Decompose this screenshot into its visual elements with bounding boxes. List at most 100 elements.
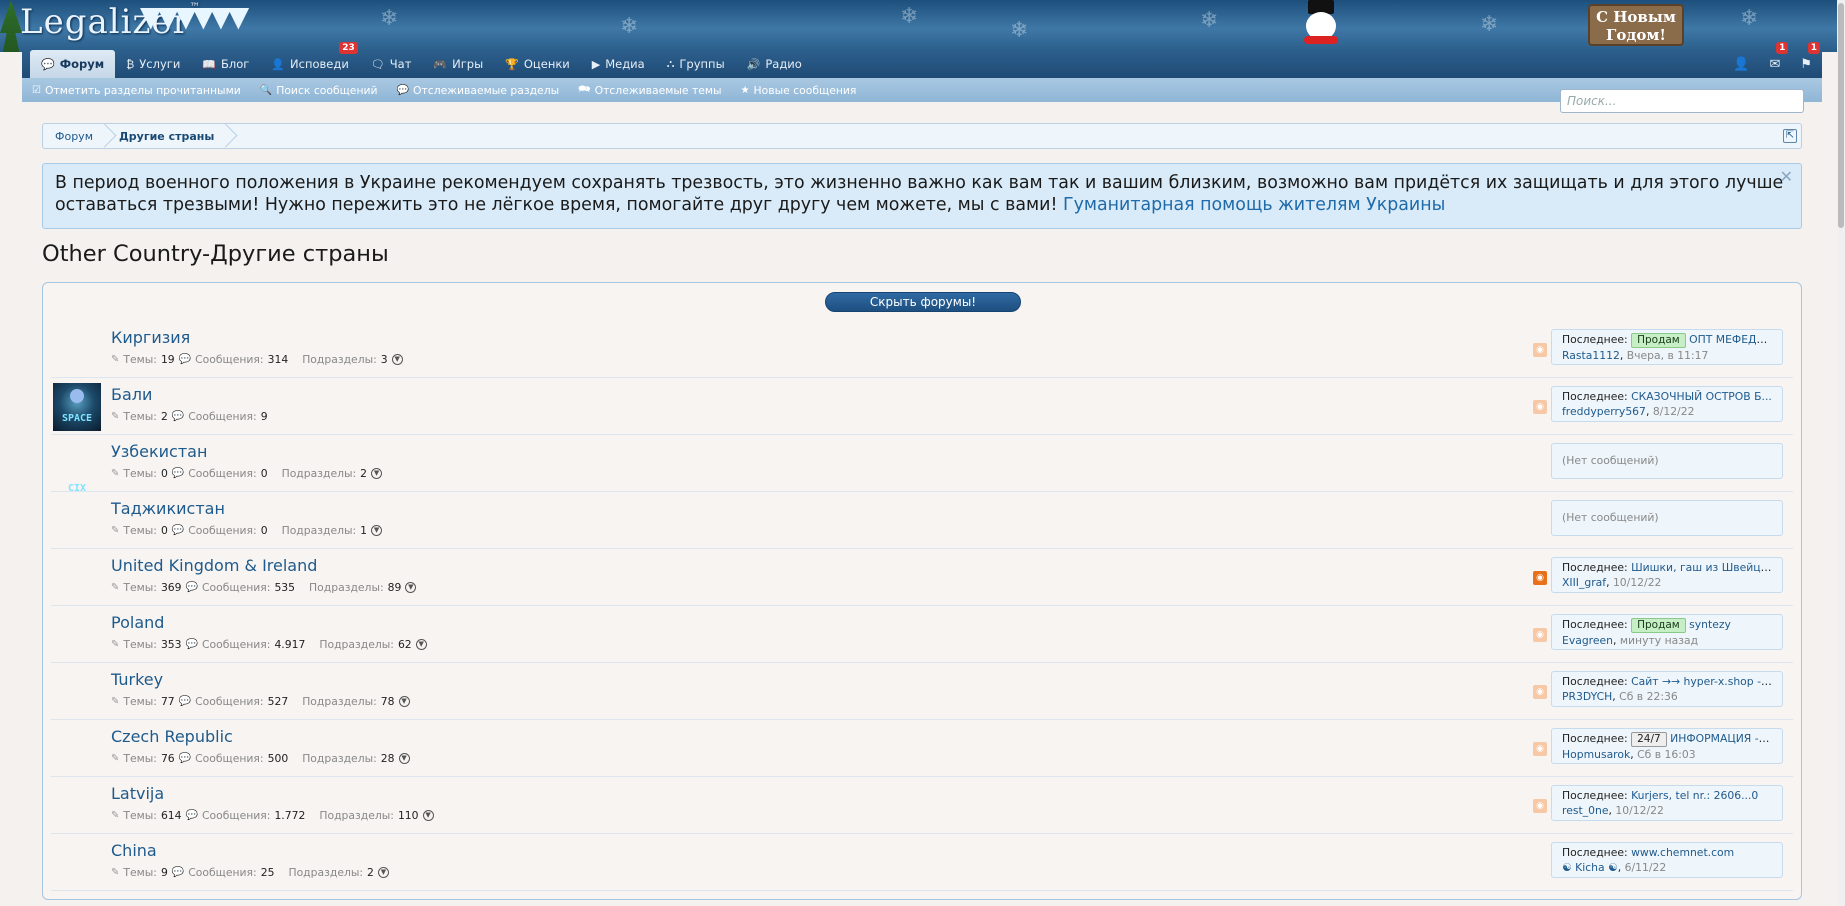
nav-item-games[interactable]: 🎮 Игры xyxy=(422,50,494,78)
jump-to-icon[interactable]: ⇱ xyxy=(1783,129,1797,143)
forum-title[interactable]: Киргизия xyxy=(111,328,190,347)
forum-avatar[interactable]: SPACE CIX xyxy=(53,383,101,494)
chevron-down-icon[interactable]: ▼ xyxy=(371,525,383,536)
forum-row: United Kingdom & Ireland ✎ Темы: 369 💬 Со… xyxy=(51,549,1793,606)
nav-item-groups[interactable]: ⛬ Группы xyxy=(656,50,736,78)
watched-threads-link[interactable]: 🗪 Отслеживаемые темы xyxy=(578,82,721,99)
rss-icon[interactable]: ◉ xyxy=(1533,628,1547,642)
last-post-box: Последнее: СКАЗОЧНЫЙ ОСТРОВ Б... freddyp… xyxy=(1551,386,1783,422)
search-icon: 🔍 xyxy=(259,84,273,96)
last-post-title[interactable]: СКАЗОЧНЫЙ ОСТРОВ Б... xyxy=(1631,390,1772,403)
page-scrollbar[interactable] xyxy=(1837,0,1845,906)
forum-row: Узбекистан ✎ Темы: 0 💬 Сообщения: 0 Подразд… xyxy=(51,435,1793,492)
rss-icon[interactable]: ◉ xyxy=(1533,742,1547,756)
nav-item-blog[interactable]: 📖 Блог xyxy=(191,50,260,78)
notice-text: В период военного положения в Украине ре… xyxy=(55,173,1784,215)
nav-item-ratings[interactable]: 🏆 Оценки xyxy=(494,50,581,78)
last-post-user[interactable]: PR3DYCH xyxy=(1562,690,1612,703)
forum-title[interactable]: Turkey xyxy=(111,670,163,689)
chevron-down-icon[interactable]: ▼ xyxy=(377,867,389,878)
alerts-badge: 1 xyxy=(1807,42,1820,54)
forum-title[interactable]: Poland xyxy=(111,613,164,632)
snowman-decoration xyxy=(1298,0,1344,50)
last-post-user[interactable]: Rasta1112 xyxy=(1562,349,1620,362)
new-posts-link[interactable]: ★ Новые сообщения xyxy=(741,84,857,97)
forum-title[interactable]: China xyxy=(111,841,157,860)
forum-title[interactable]: Узбекистан xyxy=(111,442,207,461)
nav-item-confessions[interactable]: 👤 Исповеди 23 xyxy=(260,42,359,78)
nav-item-forum[interactable]: 💬 Форум xyxy=(30,50,116,78)
last-post-user[interactable]: Hopmusarok xyxy=(1562,748,1630,761)
nav-item-radio[interactable]: 🔊 Радио xyxy=(736,50,813,78)
forum-title[interactable]: Бали xyxy=(111,385,152,404)
inbox-button[interactable]: ✉ 1 xyxy=(1759,42,1790,78)
comment-icon: 💬 xyxy=(171,525,185,536)
confessions-badge: 23 xyxy=(339,42,358,54)
chevron-down-icon[interactable]: ▼ xyxy=(422,810,434,821)
edit-icon: ✎ xyxy=(111,525,120,536)
nav-user-area: 👤 ✉ 1 ⚑ 1 xyxy=(1723,42,1822,78)
forum-stats: ✎ Темы: 19 💬 Сообщения: 314 Подразделы: 3 ▼ xyxy=(111,353,403,366)
icicles-decoration: ▼▼▼▼▼▼ xyxy=(140,0,249,33)
hide-forums-button[interactable]: Скрыть форумы! xyxy=(825,292,1021,312)
chevron-down-icon[interactable]: ▼ xyxy=(398,696,410,707)
edit-icon: ✎ xyxy=(111,639,120,650)
last-post-box: Последнее: Kurjers, tel nr.: 2606...0 re… xyxy=(1551,785,1783,821)
inbox-badge: 1 xyxy=(1776,42,1789,54)
snowflake-decoration: ❄ xyxy=(620,14,639,39)
breadcrumb-forum[interactable]: Форум xyxy=(43,124,107,148)
forum-title[interactable]: Czech Republic xyxy=(111,727,233,746)
rss-icon[interactable]: ◉ xyxy=(1533,571,1547,585)
comment-icon: 💬 xyxy=(178,753,192,764)
rss-icon[interactable]: ◉ xyxy=(1533,799,1547,813)
last-post-title[interactable]: Шишки, гаш из Швейцари... xyxy=(1631,561,1772,574)
last-post-box: Последнее: www.chemnet.com ☯ Kicha ☯, 6/… xyxy=(1551,842,1783,878)
last-post-box: (Нет сообщений) xyxy=(1551,500,1783,536)
breadcrumb-other-countries[interactable]: Другие страны xyxy=(107,124,228,148)
last-post-title[interactable]: Сайт →→ hyper-x.shop - А... xyxy=(1631,675,1772,688)
bitcoin-icon: ₿ xyxy=(126,57,135,71)
christmas-tree-decoration xyxy=(0,0,22,52)
mark-read-link[interactable]: ☑ Отметить разделы прочитанными xyxy=(32,84,241,97)
forum-row: Latvija ✎ Темы: 614 💬 Сообщения: 1.772 Подр… xyxy=(51,777,1793,834)
forum-list: Скрыть форумы! Киргизия ✎ Темы: 19 💬 Сооб… xyxy=(42,282,1802,900)
last-post-time: Сб в 16:03 xyxy=(1637,748,1696,761)
chevron-down-icon[interactable]: ▼ xyxy=(415,639,427,650)
last-post-title[interactable]: Kurjers, tel nr.: 2606...0 xyxy=(1631,789,1758,802)
rss-icon[interactable]: ◉ xyxy=(1533,343,1547,357)
person-icon: 👤 xyxy=(271,57,286,71)
chevron-down-icon[interactable]: ▼ xyxy=(398,753,410,764)
last-post-user[interactable]: XIII_graf xyxy=(1562,576,1606,589)
nav-item-chat[interactable]: 🗨 Чат xyxy=(360,50,423,78)
last-post-title[interactable]: www.chemnet.com xyxy=(1631,846,1734,859)
close-icon[interactable]: ✕ xyxy=(1780,166,1793,188)
watched-forums-link[interactable]: 💬 Отслеживаемые разделы xyxy=(397,84,560,97)
forum-title[interactable]: Latvija xyxy=(111,784,164,803)
forum-title[interactable]: United Kingdom & Ireland xyxy=(111,556,317,575)
search-messages-link[interactable]: 🔍 Поиск сообщений xyxy=(260,84,378,97)
last-post-title[interactable]: ОПТ МЕФЕДР... xyxy=(1689,333,1772,346)
last-post-title[interactable]: syntezy xyxy=(1689,618,1731,631)
notice-link[interactable]: Гуманитарная помощь жителям Украины xyxy=(1063,195,1445,215)
forum-title[interactable]: Таджикистан xyxy=(111,499,225,518)
last-post-user[interactable]: rest_0ne xyxy=(1562,804,1608,817)
comments-icon: 🗪 xyxy=(578,83,591,95)
last-post-user[interactable]: Evagreen xyxy=(1562,634,1613,647)
nav-item-services[interactable]: ₿ Услуги xyxy=(115,50,191,78)
nav-item-media[interactable]: ▶ Медиа xyxy=(581,50,656,78)
last-post-user[interactable]: freddyperry567 xyxy=(1562,405,1646,418)
rss-icon[interactable]: ◉ xyxy=(1533,685,1547,699)
chevron-down-icon[interactable]: ▼ xyxy=(371,468,383,479)
search-input[interactable] xyxy=(1560,89,1804,113)
alerts-button[interactable]: ⚑ 1 xyxy=(1790,42,1822,78)
last-post-time: минуту назад xyxy=(1619,634,1699,647)
last-post-user[interactable]: ☯ Kicha ☯ xyxy=(1562,861,1618,874)
comment-icon: 💬 xyxy=(185,810,198,821)
forum-stats: ✎ Темы: 614 💬 Сообщения: 1.772 Подразделы: 1… xyxy=(111,809,434,822)
forum-row: China ✎ Темы: 9 💬 Сообщения: 25 Подразделы:… xyxy=(51,834,1793,891)
account-button[interactable]: 👤 xyxy=(1723,50,1759,78)
rss-icon[interactable]: ◉ xyxy=(1533,400,1547,414)
last-post-title[interactable]: ИНФОРМАЦИЯ ---... xyxy=(1670,732,1772,745)
chevron-down-icon[interactable]: ▼ xyxy=(405,582,417,593)
chevron-down-icon[interactable]: ▼ xyxy=(391,354,403,365)
